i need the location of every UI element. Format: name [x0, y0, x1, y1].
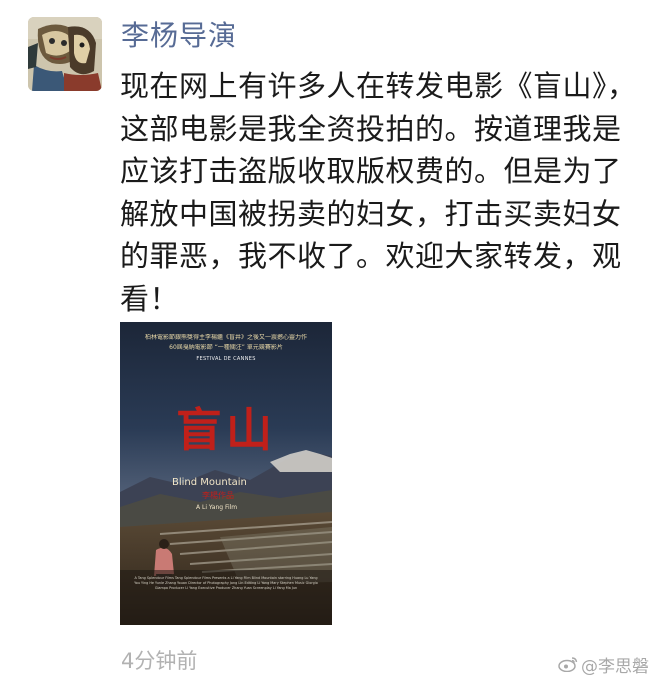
cubist-portrait-image [28, 17, 102, 91]
watermark-text: @李思磐 [581, 656, 649, 677]
poster-festival-label: FESTIVAL DE CANNES [196, 356, 256, 362]
username[interactable]: 李杨导演 [121, 16, 237, 56]
avatar[interactable] [28, 17, 102, 91]
poster-tagline-2: 60屆戛納電影節 “一種關注” 單元競賽影片 [169, 344, 283, 351]
weibo-icon [558, 657, 578, 672]
poster-credits: A Tang Splendour Films Tang Splendour Fi… [134, 576, 318, 590]
post-text: 现在网上有许多人在转发电影《盲山》，这部电影是我全资投拍的。按道理我是应该打击盗… [120, 69, 637, 316]
watermark: @李思磐 [558, 652, 649, 677]
poster-title: 盲山 [176, 403, 276, 457]
poster-title-english: Blind Mountain [172, 477, 247, 488]
movie-poster[interactable]: 柏林電影節銀熊獎得主李楊繼《盲井》之後又一震撼心靈力作 60屆戛納電影節 “一種… [120, 322, 332, 625]
poster-director-english: A Li Yang Film [196, 504, 238, 511]
poster-tagline-1: 柏林電影節銀熊獎得主李楊繼《盲井》之後又一震撼心靈力作 [144, 334, 307, 341]
timestamp: 4分钟前 [121, 649, 198, 673]
poster-director-label: 李楊作品 [202, 491, 234, 500]
